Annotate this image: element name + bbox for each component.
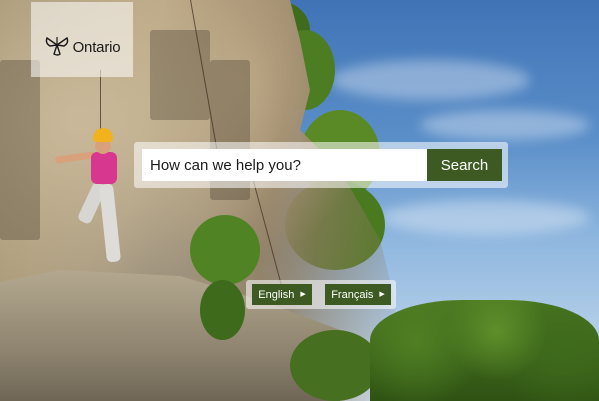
trillium-logo-icon	[44, 34, 70, 61]
cloud	[380, 200, 590, 235]
language-selector: English ▶ Français ▶	[246, 280, 396, 309]
shrub	[190, 215, 260, 285]
climbing-rope	[100, 70, 101, 130]
chevron-right-icon: ▶	[379, 291, 385, 298]
english-label: English	[258, 288, 295, 301]
english-button[interactable]: English ▶	[252, 284, 312, 305]
cloud	[420, 110, 590, 140]
logo-tile[interactable]: Ontario	[31, 2, 133, 77]
shrub	[200, 280, 245, 340]
francais-label: Français	[331, 288, 374, 301]
francais-button[interactable]: Français ▶	[325, 284, 391, 305]
chevron-right-icon: ▶	[300, 291, 306, 298]
cloud	[330, 60, 530, 100]
search-input[interactable]	[142, 149, 428, 181]
shrub	[290, 330, 380, 401]
forest-canopy	[370, 300, 599, 401]
search-button[interactable]: Search	[427, 149, 502, 181]
rock-climber	[54, 128, 135, 268]
logo-text: Ontario	[72, 39, 121, 56]
search-bar: Search	[134, 142, 508, 188]
rock-shadow	[150, 30, 210, 120]
rock-shadow	[0, 60, 40, 240]
ontario-logo[interactable]: Ontario	[44, 34, 121, 61]
